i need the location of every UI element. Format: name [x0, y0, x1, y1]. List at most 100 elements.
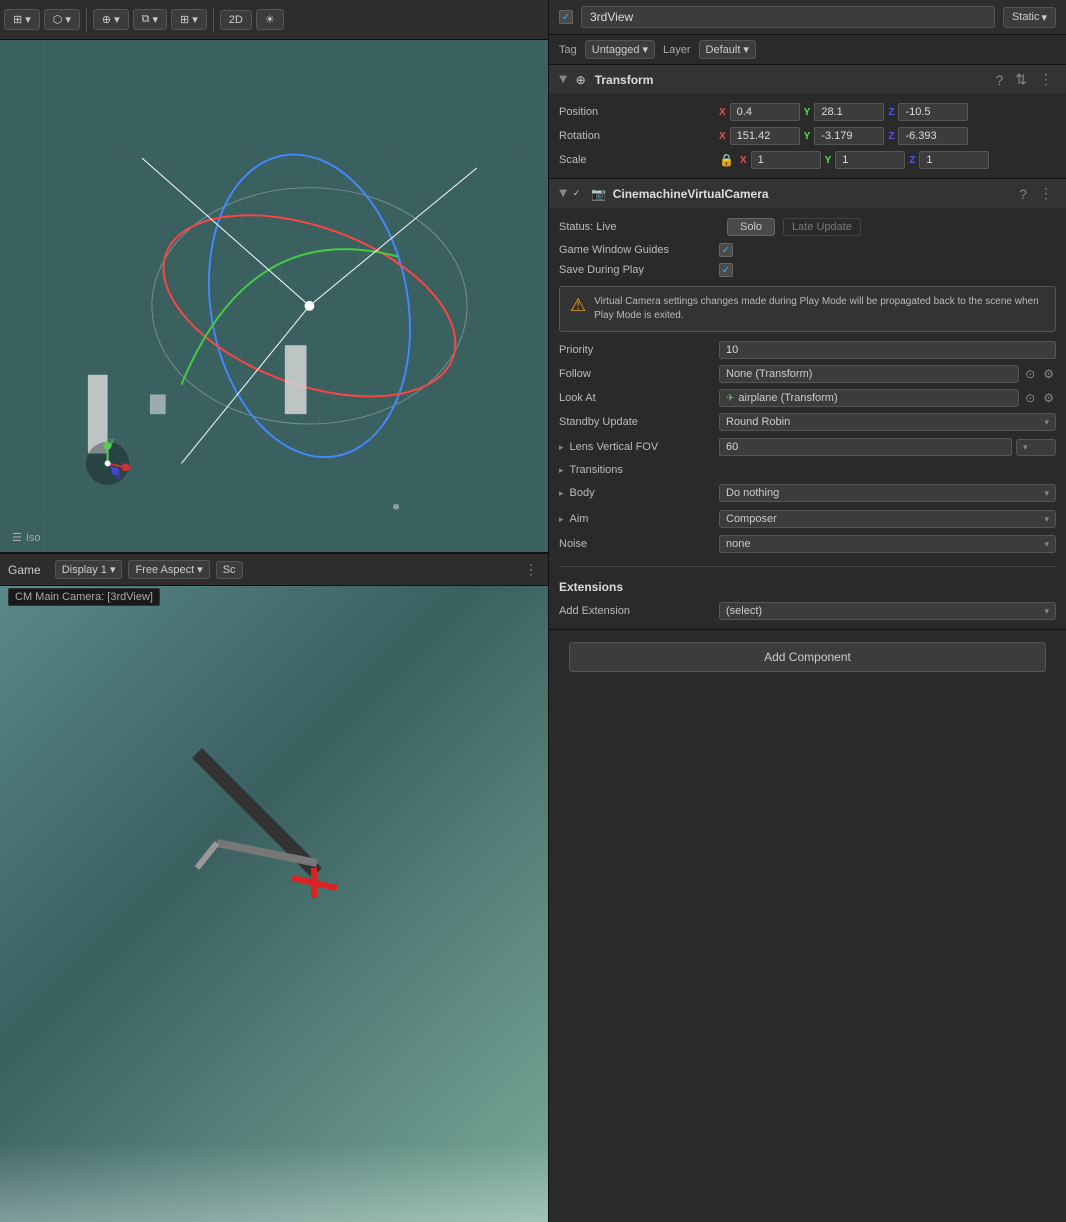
- fov-arrow: [559, 442, 564, 453]
- cm-lookat-gear-btn[interactable]: ⚙: [1041, 391, 1056, 405]
- scale-row: Scale 🔒 X Y Z: [559, 148, 1056, 172]
- cinemachine-component: ▶ ✓ 📷 CinemachineVirtualCamera ? ⋮ Statu…: [549, 179, 1066, 630]
- rot-z-input[interactable]: [898, 127, 968, 145]
- cm-status-label: Status: Live: [559, 221, 719, 233]
- cm-standby-label: Standby Update: [559, 416, 719, 428]
- cm-body-section[interactable]: Body: [559, 483, 719, 503]
- object-name-field[interactable]: [581, 6, 995, 28]
- warning-icon: ⚠: [570, 295, 586, 323]
- cm-help-btn[interactable]: ?: [1016, 185, 1030, 203]
- cinemachine-header[interactable]: ▶ ✓ 📷 CinemachineVirtualCamera ? ⋮: [549, 179, 1066, 208]
- extensions-section: Extensions Add Extension (select): [559, 566, 1056, 623]
- cm-status-row: Status: Live Solo Late Update: [559, 214, 1056, 240]
- transform-body: Position X Y Z Rotation X Y Z: [549, 94, 1066, 178]
- cm-noise-value: none: [719, 535, 1056, 553]
- cm-late-update-btn[interactable]: Late Update: [783, 218, 861, 236]
- game-view: Game Display 1 Free Aspect Sc ⋮ CM Main …: [0, 552, 548, 1222]
- game-scale-dropdown[interactable]: Sc: [216, 561, 243, 579]
- scale-y-input[interactable]: [835, 151, 905, 169]
- light-btn[interactable]: ☀: [256, 9, 284, 30]
- cm-warning-text: Virtual Camera settings changes made dur…: [594, 295, 1045, 323]
- rotation-label: Rotation: [559, 130, 719, 142]
- game-display-dropdown[interactable]: Display 1: [55, 560, 123, 579]
- cm-add-extension-dropdown[interactable]: (select): [719, 602, 1056, 620]
- cm-transitions-section[interactable]: Transitions: [559, 460, 1056, 480]
- tag-dropdown[interactable]: Untagged: [585, 40, 655, 59]
- cm-aim-section[interactable]: Aim: [559, 509, 719, 529]
- cm-guides-label: Game Window Guides: [559, 244, 719, 256]
- cm-actions: ? ⋮: [1016, 184, 1056, 203]
- fov-extra-chevron: [1023, 442, 1028, 453]
- cm-standby-dropdown[interactable]: Round Robin: [719, 413, 1056, 431]
- cm-body-value: Do nothing: [719, 484, 1056, 502]
- cm-save-play-row: Save During Play ✓: [559, 260, 1056, 280]
- scene-iso-label: ☰ Iso: [12, 531, 41, 544]
- left-panel: ⊞ ⬡ ⊕ ⧉ ⊞ 2D ☀ ✋ ✛ ↻ ⤡ ⊡ ⊞ ⊙: [0, 0, 548, 1222]
- scale-x-input[interactable]: [751, 151, 821, 169]
- body-label: Body: [570, 487, 595, 499]
- tag-label: Tag: [559, 44, 577, 56]
- add-extension-chevron: [1044, 606, 1049, 617]
- cm-fov-input[interactable]: [719, 438, 1012, 456]
- position-label: Position: [559, 106, 719, 118]
- pos-y-label: Y: [804, 107, 811, 118]
- rot-x-input[interactable]: [730, 127, 800, 145]
- cm-enable-checkbox[interactable]: ✓: [573, 188, 585, 200]
- cm-follow-row: Follow None (Transform) ⊙ ⚙: [559, 362, 1056, 386]
- transform-help-btn[interactable]: ?: [992, 71, 1006, 89]
- noise-chevron: [1044, 539, 1049, 550]
- cm-fov-extra-dropdown[interactable]: [1016, 439, 1056, 456]
- game-aspect-dropdown[interactable]: Free Aspect: [128, 560, 209, 579]
- layers-btn[interactable]: ⊞: [171, 9, 207, 30]
- cm-follow-gear-btn[interactable]: ⚙: [1041, 367, 1056, 381]
- cm-body-dropdown[interactable]: Do nothing: [719, 484, 1056, 502]
- pivot-btn[interactable]: ⬡: [44, 9, 80, 30]
- pos-x-label: X: [719, 107, 726, 118]
- snap-btn[interactable]: ⧉: [133, 9, 167, 30]
- cm-solo-btn[interactable]: Solo: [727, 218, 775, 236]
- cm-guides-checkbox[interactable]: ✓: [719, 243, 733, 257]
- scale-label: Scale: [559, 154, 719, 166]
- position-value: X Y Z: [719, 103, 1056, 121]
- fov-label: Lens Vertical FOV: [570, 441, 659, 453]
- cm-fov-row: Lens Vertical FOV: [559, 434, 1056, 460]
- game-options-btn[interactable]: ⋮: [524, 561, 540, 578]
- grid-btn[interactable]: ⊕: [93, 9, 129, 30]
- cm-aim-dropdown[interactable]: Composer: [719, 510, 1056, 528]
- cm-lookat-pick-btn[interactable]: ⊙: [1023, 391, 1037, 405]
- cm-lookat-row: Look At ✈ airplane (Transform) ⊙ ⚙: [559, 386, 1056, 410]
- transform-more-btn[interactable]: ⋮: [1036, 70, 1056, 89]
- object-active-checkbox[interactable]: ✓: [559, 10, 573, 24]
- rot-y-input[interactable]: [814, 127, 884, 145]
- position-row: Position X Y Z: [559, 100, 1056, 124]
- cm-noise-row: Noise none: [559, 532, 1056, 556]
- pos-x-input[interactable]: [730, 103, 800, 121]
- airplane-game-view: [137, 713, 387, 963]
- cm-noise-dropdown[interactable]: none: [719, 535, 1056, 553]
- cm-lookat-field[interactable]: ✈ airplane (Transform): [719, 389, 1019, 407]
- cm-fov-section[interactable]: Lens Vertical FOV: [559, 437, 719, 457]
- cm-save-play-checkbox[interactable]: ✓: [719, 263, 733, 277]
- scene-canvas[interactable]: y x z: [0, 40, 548, 552]
- cm-follow-pick-btn[interactable]: ⊙: [1023, 367, 1037, 381]
- cm-more-btn[interactable]: ⋮: [1036, 184, 1056, 203]
- layer-dropdown[interactable]: Default: [699, 40, 756, 59]
- pos-y-input[interactable]: [814, 103, 884, 121]
- static-button[interactable]: Static: [1003, 7, 1056, 28]
- add-component-button[interactable]: Add Component: [569, 642, 1046, 672]
- transform-header[interactable]: ▶ ⊕ Transform ? ⇅ ⋮: [549, 65, 1066, 94]
- rot-x-label: X: [719, 131, 726, 142]
- layer-chevron: [743, 43, 749, 56]
- cm-game-guides-row: Game Window Guides ✓: [559, 240, 1056, 260]
- cm-add-extension-value: (select): [719, 602, 1056, 620]
- cm-follow-field[interactable]: None (Transform): [719, 365, 1019, 383]
- scale-value: 🔒 X Y Z: [719, 151, 1056, 169]
- 2d-btn[interactable]: 2D: [220, 10, 252, 30]
- transform-settings-btn[interactable]: ⇅: [1012, 70, 1030, 89]
- pos-z-label: Z: [888, 107, 894, 118]
- cm-priority-input[interactable]: [719, 341, 1056, 359]
- cm-title: CinemachineVirtualCamera: [613, 187, 1011, 201]
- pos-z-input[interactable]: [898, 103, 968, 121]
- transform-tool-btn[interactable]: ⊞: [4, 9, 40, 30]
- scale-z-input[interactable]: [919, 151, 989, 169]
